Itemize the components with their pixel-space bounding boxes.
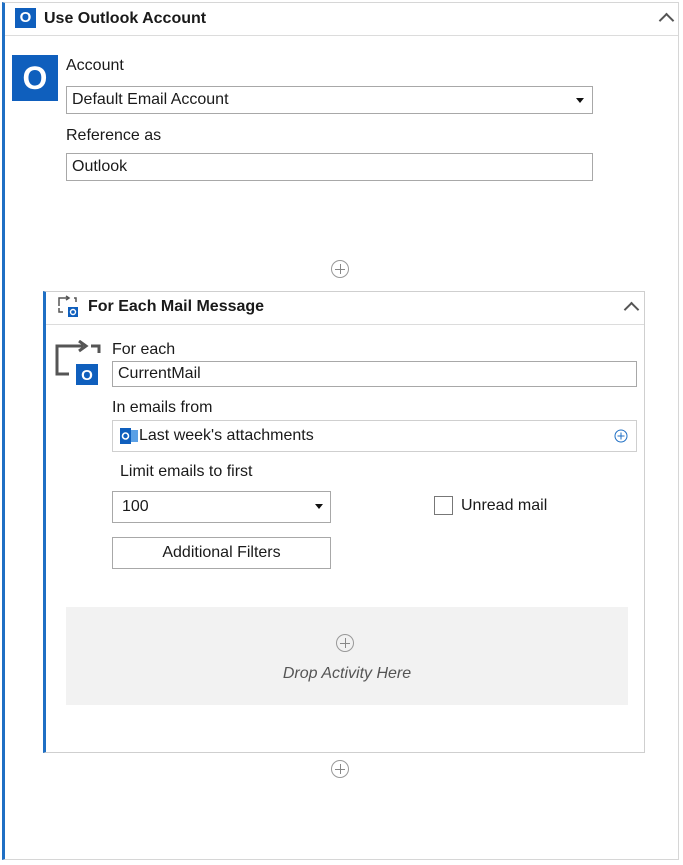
outlook-folder-icon <box>120 428 138 444</box>
caret-down-icon <box>576 98 584 103</box>
drop-activity-area[interactable]: Drop Activity Here <box>66 607 628 705</box>
for-each-label: For each <box>112 341 176 358</box>
add-activity-icon[interactable] <box>331 760 349 778</box>
collapse-chevron-up-icon[interactable] <box>658 12 675 29</box>
reference-input[interactable]: Outlook <box>66 153 593 181</box>
add-folder-plus-icon[interactable] <box>614 429 628 443</box>
unread-mail-checkbox[interactable] <box>434 496 453 515</box>
in-emails-value: Last week's attachments <box>139 427 314 444</box>
unread-mail-label: Unread mail <box>461 497 548 514</box>
for-each-mail-message-activity: For Each Mail Message O For each Current… <box>43 291 645 753</box>
svg-text:O: O <box>81 367 93 384</box>
foreach-large-icon: O <box>55 340 101 385</box>
foreach-small-icon <box>58 295 78 317</box>
limit-dropdown[interactable]: 100 <box>112 491 331 523</box>
account-value: Default Email Account <box>72 91 229 108</box>
inner-collapse-chevron-up-icon[interactable] <box>623 301 640 318</box>
use-outlook-account-activity: O Use Outlook Account O Account Default … <box>2 2 679 860</box>
account-label: Account <box>66 57 124 74</box>
outlook-icon: O <box>15 8 36 28</box>
additional-filters-button[interactable]: Additional Filters <box>112 537 331 569</box>
reference-label: Reference as <box>66 127 162 144</box>
add-activity-icon[interactable] <box>336 634 354 652</box>
limit-value: 100 <box>122 498 149 515</box>
inner-activity-title: For Each Mail Message <box>88 298 265 315</box>
activity-title: Use Outlook Account <box>44 10 207 27</box>
drop-activity-text: Drop Activity Here <box>282 665 412 682</box>
activity-header[interactable]: O Use Outlook Account <box>5 3 678 36</box>
account-dropdown[interactable]: Default Email Account <box>66 86 593 114</box>
inner-activity-header[interactable]: For Each Mail Message <box>46 292 644 325</box>
outlook-large-icon: O <box>12 55 58 101</box>
for-each-input[interactable]: CurrentMail <box>112 361 637 387</box>
add-activity-icon[interactable] <box>331 260 349 278</box>
in-emails-label: In emails from <box>112 399 213 416</box>
caret-down-icon <box>315 504 323 509</box>
in-emails-input[interactable]: Last week's attachments <box>112 420 637 452</box>
limit-label: Limit emails to first <box>120 463 253 480</box>
